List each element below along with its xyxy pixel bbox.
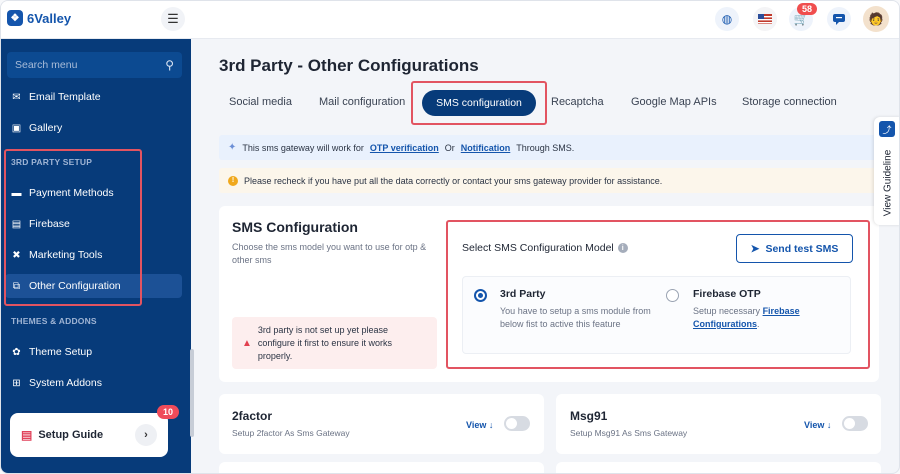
info-notice-suffix: Through SMS.	[516, 142, 575, 153]
sidebar-item-label: Theme Setup	[29, 346, 93, 358]
setup-alert-text: 3rd party is not set up yet please confi…	[257, 324, 392, 361]
sms-configuration-title: SMS Configuration	[232, 219, 358, 235]
info-notice-or: Or	[444, 142, 455, 153]
gateway-card-msg91	[556, 394, 881, 454]
gateway-card-next	[219, 462, 544, 473]
view-guideline-label: View Guideline	[882, 149, 894, 217]
gateway-card-next	[556, 462, 881, 473]
cart-count-badge: 58	[797, 3, 818, 15]
search-input[interactable]: Search menu ⚲	[7, 52, 182, 78]
sidebar-item-label: Email Template	[29, 91, 101, 103]
arrow-down-icon: ↓	[488, 420, 494, 430]
chevron-right-icon: ›	[135, 424, 157, 446]
gateway-card-2factor	[219, 394, 544, 454]
sidebar-item-system-addons[interactable]: ⊞ System Addons	[11, 377, 102, 389]
tab-social-media[interactable]: Social media	[229, 96, 292, 108]
gateway-toggle-2factor[interactable]	[504, 416, 530, 431]
tab-recaptcha[interactable]: Recaptcha	[551, 96, 604, 108]
lightbulb-icon: ✦	[228, 142, 237, 153]
gallery-icon: ▣	[11, 122, 22, 134]
palette-icon: ✿	[12, 346, 21, 358]
search-placeholder: Search menu	[15, 59, 78, 71]
avatar[interactable]: 🧑	[863, 6, 889, 32]
gateway-name: 2factor	[232, 409, 273, 423]
alert-triangle-icon: ▲	[242, 337, 252, 349]
globe-icon[interactable]: ◍	[715, 7, 739, 31]
info-notice-prefix: This sms gateway will work for	[242, 142, 364, 153]
highlight-box	[411, 81, 547, 125]
otp-verification-link[interactable]: OTP verification	[370, 143, 439, 153]
gateway-view-label: View	[804, 420, 825, 430]
sidebar-item-theme-setup[interactable]: ✿ Theme Setup	[11, 346, 92, 358]
top-header: ❖ 6Valley ☰ ◍ 🛒 58 🧑	[1, 1, 899, 39]
warning-text: Please recheck if you have put all the d…	[244, 175, 663, 186]
setup-guide-label: Setup Guide	[38, 429, 104, 441]
app-frame: ❖ 6Valley ☰ ◍ 🛒 58 🧑 Search menu ⚲ ✉ Ema…	[0, 0, 900, 474]
sms-configuration-description: Choose the sms model you want to use for…	[232, 242, 427, 265]
setup-guide-badge: 10	[157, 405, 180, 419]
highlight-box	[4, 149, 142, 306]
chat-icon[interactable]	[827, 7, 851, 31]
sidebar-item-email-template[interactable]: ✉ Email Template	[11, 91, 101, 103]
sidebar-item-label: System Addons	[29, 377, 102, 389]
setup-alert: ▲ 3rd party is not set up yet please con…	[232, 317, 437, 369]
gateway-view-link[interactable]: View ↓	[466, 420, 493, 430]
gateway-view-label: View	[466, 420, 487, 430]
sidebar-item-label: Gallery	[29, 122, 63, 134]
brand-name: 6Valley	[27, 10, 72, 26]
addons-icon: ⊞	[12, 377, 21, 389]
gateway-description: Setup 2factor As Sms Gateway	[232, 428, 350, 438]
tab-mail-configuration[interactable]: Mail configuration	[319, 96, 405, 108]
sidebar-item-gallery[interactable]: ▣ Gallery	[11, 122, 63, 134]
gateway-description: Setup Msg91 As Sms Gateway	[570, 428, 688, 438]
gateway-toggle-msg91[interactable]	[842, 416, 868, 431]
menu-toggle-icon[interactable]: ☰	[161, 7, 185, 31]
checklist-icon: ▤	[21, 428, 33, 442]
logo-icon: ❖	[7, 10, 23, 26]
search-icon: ⚲	[165, 58, 174, 72]
guideline-icon: ⤴	[879, 121, 895, 137]
section-themes: THEMES & ADDONS	[11, 316, 97, 326]
notification-link[interactable]: Notification	[461, 143, 511, 153]
gateway-view-link[interactable]: View ↓	[804, 420, 831, 430]
brand-logo[interactable]: ❖ 6Valley	[7, 10, 71, 26]
setup-guide-button[interactable]: ▤ Setup Guide ›	[10, 413, 168, 457]
flag-icon[interactable]	[753, 7, 777, 31]
sidebar: Search menu ⚲ ✉ Email Template ▣ Gallery…	[1, 39, 191, 473]
tab-google-map-apis[interactable]: Google Map APIs	[631, 96, 717, 108]
sidebar-scrollbar[interactable]	[190, 349, 194, 437]
warning-notice: ! Please recheck if you have put all the…	[219, 168, 879, 193]
info-notice: ✦ This sms gateway will work for OTP ver…	[219, 135, 879, 160]
tab-storage-connection[interactable]: Storage connection	[742, 96, 837, 108]
view-guideline-tab[interactable]: ⤴ View Guideline	[874, 117, 899, 225]
arrow-down-icon: ↓	[826, 420, 832, 430]
gateway-name: Msg91	[570, 409, 608, 423]
page-title: 3rd Party - Other Configurations	[219, 56, 479, 75]
mail-icon: ✉	[12, 91, 21, 103]
highlight-box	[446, 220, 870, 369]
warning-icon: !	[228, 175, 238, 186]
